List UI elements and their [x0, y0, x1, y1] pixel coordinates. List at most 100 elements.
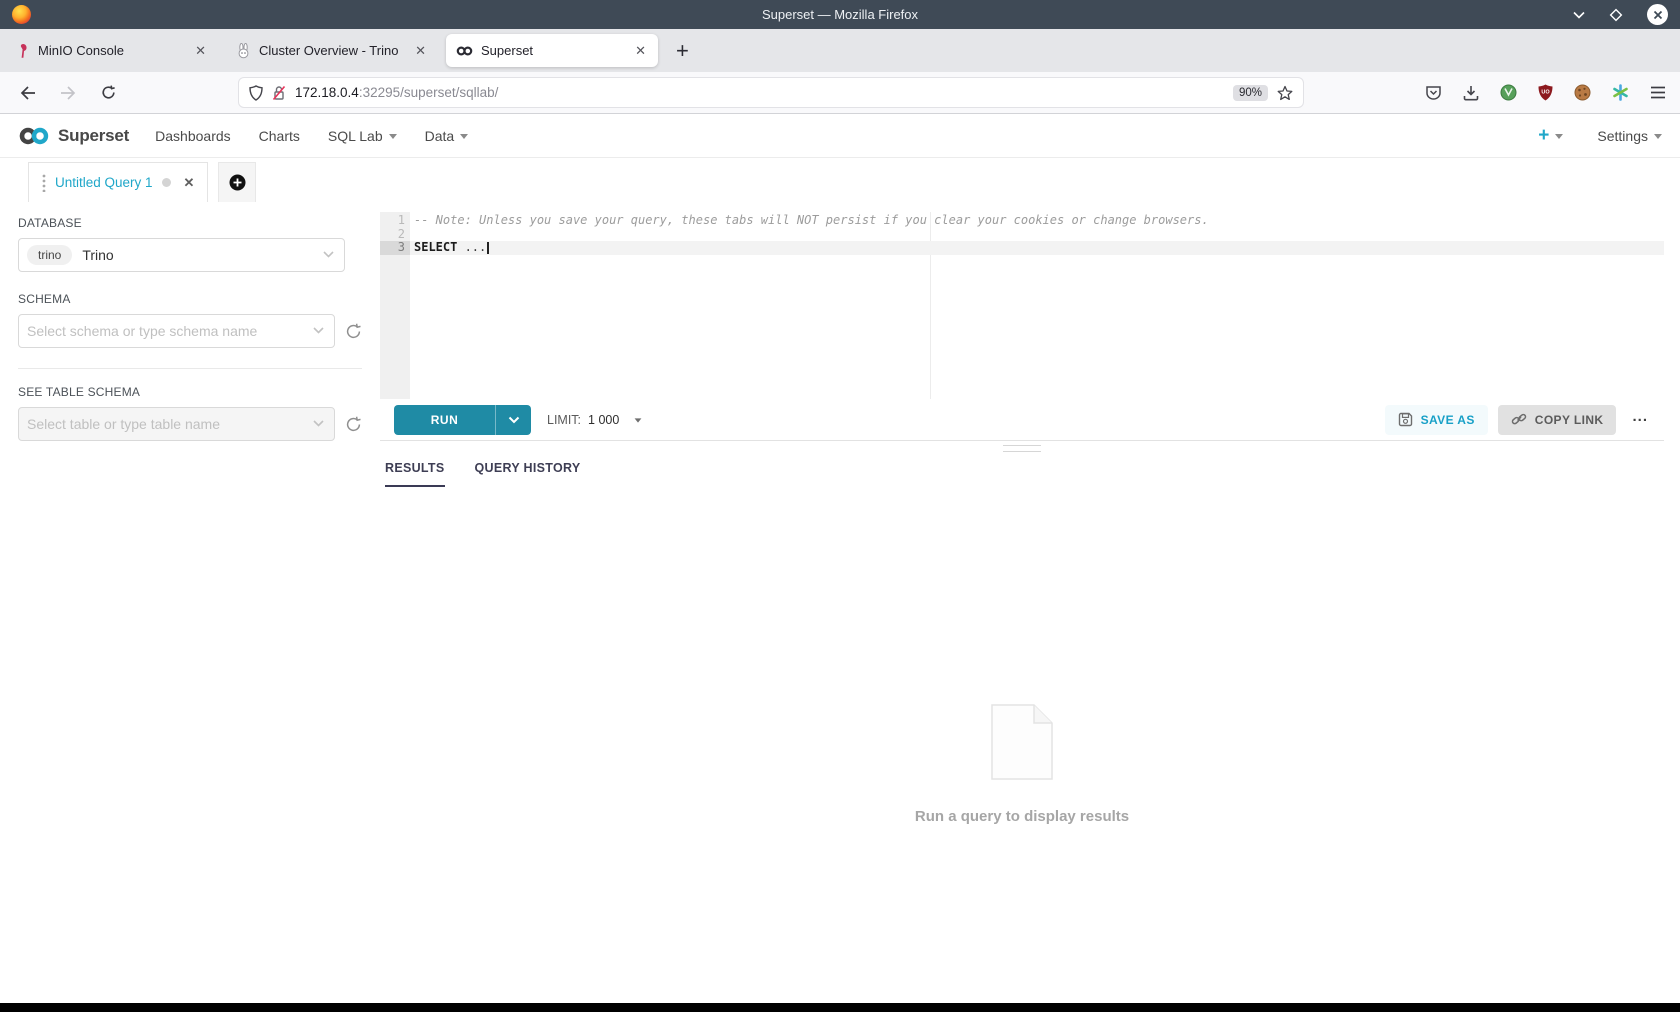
- brand-name[interactable]: Superset: [58, 126, 129, 146]
- nav-data[interactable]: Data: [425, 128, 469, 144]
- chevron-down-icon: [460, 134, 469, 139]
- results-empty-state: Run a query to display results: [380, 704, 1664, 825]
- browser-tab-minio[interactable]: MinIO Console ✕: [6, 34, 218, 67]
- run-options-button[interactable]: [495, 404, 531, 435]
- more-options-button[interactable]: ...: [1626, 408, 1654, 431]
- query-tab-close-icon[interactable]: ✕: [184, 175, 195, 191]
- settings-menu[interactable]: Settings: [1597, 128, 1662, 144]
- window-maximize-icon[interactable]: [1609, 8, 1623, 22]
- new-tab-button[interactable]: +: [666, 38, 699, 64]
- table-placeholder: Select table or type table name: [27, 416, 221, 432]
- save-as-button[interactable]: SAVE AS: [1384, 404, 1488, 435]
- insecure-lock-icon[interactable]: [272, 85, 286, 101]
- plus-icon: +: [1538, 124, 1550, 146]
- sql-comment-line: -- Note: Unless you save your query, the…: [414, 213, 1209, 227]
- tab-close-icon[interactable]: ✕: [191, 43, 210, 59]
- query-tab-title: Untitled Query 1: [55, 175, 153, 190]
- editor-gutter: 1 2 3: [380, 212, 410, 399]
- superset-logo-icon[interactable]: [18, 126, 50, 146]
- sidebar-divider: [18, 368, 362, 369]
- query-status-dot: [161, 178, 171, 187]
- url-text: 172.18.0.4:32295/superset/sqllab/: [295, 85, 498, 100]
- schema-select[interactable]: Select schema or type schema name: [18, 314, 335, 348]
- chevron-down-icon: [323, 251, 334, 258]
- tab-close-icon[interactable]: ✕: [631, 43, 650, 59]
- url-bar[interactable]: 172.18.0.4:32295/superset/sqllab/ 90%: [238, 77, 1304, 108]
- sql-lab-sidebar: DATABASE trino Trino SCHEMA Select schem…: [0, 202, 380, 441]
- menu-icon[interactable]: [1650, 86, 1666, 99]
- splitter-handle-icon[interactable]: [1003, 445, 1041, 452]
- browser-tab-title: MinIO Console: [38, 43, 124, 58]
- ublock-shield-icon[interactable]: UO: [1538, 84, 1553, 101]
- window-minimize-icon[interactable]: [1573, 11, 1585, 19]
- screen-bottom-edge: [0, 1003, 1680, 1012]
- line-number-active: 3: [380, 240, 410, 255]
- tab-results[interactable]: RESULTS: [385, 461, 445, 487]
- sql-lab-main: DATABASE trino Trino SCHEMA Select schem…: [0, 202, 1680, 1003]
- download-icon[interactable]: [1463, 85, 1479, 101]
- superset-icon: [456, 45, 473, 57]
- copy-link-label: COPY LINK: [1534, 412, 1604, 427]
- refresh-schemas-icon[interactable]: [345, 323, 362, 340]
- browser-tab-title: Cluster Overview - Trino: [259, 43, 399, 58]
- new-item-button[interactable]: +: [1538, 124, 1564, 147]
- table-select[interactable]: Select table or type table name: [18, 407, 335, 441]
- firefox-logo-icon: [12, 5, 31, 24]
- database-label: DATABASE: [18, 216, 82, 230]
- tab-close-icon[interactable]: ✕: [411, 43, 430, 59]
- browser-toolbar: 172.18.0.4:32295/superset/sqllab/ 90% UO: [0, 72, 1680, 114]
- nav-charts[interactable]: Charts: [259, 128, 300, 144]
- url-host: 172.18.0.4: [295, 85, 359, 100]
- url-path: :32295/superset/sqllab/: [358, 85, 499, 100]
- schema-label: SCHEMA: [18, 292, 71, 306]
- shield-icon[interactable]: [249, 84, 263, 101]
- window-close-icon[interactable]: [1647, 4, 1668, 25]
- copy-link-button[interactable]: COPY LINK: [1497, 404, 1617, 435]
- editor-code-area[interactable]: -- Note: Unless you save your query, the…: [410, 212, 1664, 399]
- database-select[interactable]: trino Trino: [18, 238, 345, 272]
- pane-splitter[interactable]: [380, 441, 1664, 455]
- tab-query-history[interactable]: QUERY HISTORY: [475, 461, 581, 487]
- chevron-down-icon: [1555, 134, 1564, 139]
- sql-blank-line: [410, 228, 1664, 242]
- limit-dropdown[interactable]: LIMIT: 1 000: [547, 413, 642, 427]
- container-asterisk-icon[interactable]: [1612, 84, 1629, 101]
- sql-editor-pane: 1 2 3 -- Note: Unless you save your quer…: [380, 212, 1664, 825]
- drag-handle-icon[interactable]: [42, 174, 46, 192]
- cookie-icon[interactable]: [1574, 84, 1591, 101]
- save-as-label: SAVE AS: [1420, 412, 1475, 427]
- back-icon[interactable]: [14, 85, 42, 100]
- refresh-tables-icon[interactable]: [345, 416, 362, 433]
- editor-toolbar: RUN LIMIT: 1 000 SAVE AS COPY LINK ...: [380, 399, 1664, 441]
- limit-value: 1 000: [588, 412, 620, 427]
- extension-green-icon[interactable]: [1500, 84, 1517, 101]
- nav-sql-lab[interactable]: SQL Lab: [328, 128, 397, 144]
- sql-code-editor[interactable]: 1 2 3 -- Note: Unless you save your quer…: [380, 212, 1664, 399]
- query-tab-active[interactable]: Untitled Query 1 ✕: [28, 162, 209, 202]
- run-button[interactable]: RUN: [394, 404, 531, 435]
- run-button-label[interactable]: RUN: [394, 405, 495, 435]
- bookmark-star-icon[interactable]: [1277, 85, 1293, 101]
- pocket-icon[interactable]: [1425, 85, 1442, 101]
- add-tab-icon: [229, 174, 246, 191]
- database-value: Trino: [82, 247, 114, 263]
- browser-tab-superset[interactable]: Superset ✕: [446, 34, 658, 67]
- svg-text:UO: UO: [1541, 90, 1550, 96]
- results-tab-bar: RESULTS QUERY HISTORY: [380, 461, 1664, 487]
- reload-icon[interactable]: [94, 85, 122, 100]
- add-query-tab-button[interactable]: [218, 162, 257, 202]
- chevron-down-icon: [388, 134, 397, 139]
- browser-tab-trino[interactable]: Cluster Overview - Trino ✕: [226, 34, 438, 67]
- sql-code-rest: ...: [457, 240, 487, 254]
- text-cursor: [487, 241, 489, 254]
- sql-active-line: SELECT ...: [410, 240, 1664, 255]
- chevron-down-icon: [1654, 134, 1662, 139]
- empty-results-message: Run a query to display results: [914, 808, 1130, 825]
- zoom-level-badge[interactable]: 90%: [1232, 84, 1268, 101]
- forward-icon[interactable]: [54, 85, 82, 100]
- nav-dashboards[interactable]: Dashboards: [155, 128, 231, 144]
- database-engine-tag: trino: [27, 245, 73, 265]
- superset-navbar: Superset Dashboards Charts SQL Lab Data …: [0, 114, 1680, 158]
- sql-keyword: SELECT: [414, 240, 458, 254]
- trino-icon: [236, 42, 251, 59]
